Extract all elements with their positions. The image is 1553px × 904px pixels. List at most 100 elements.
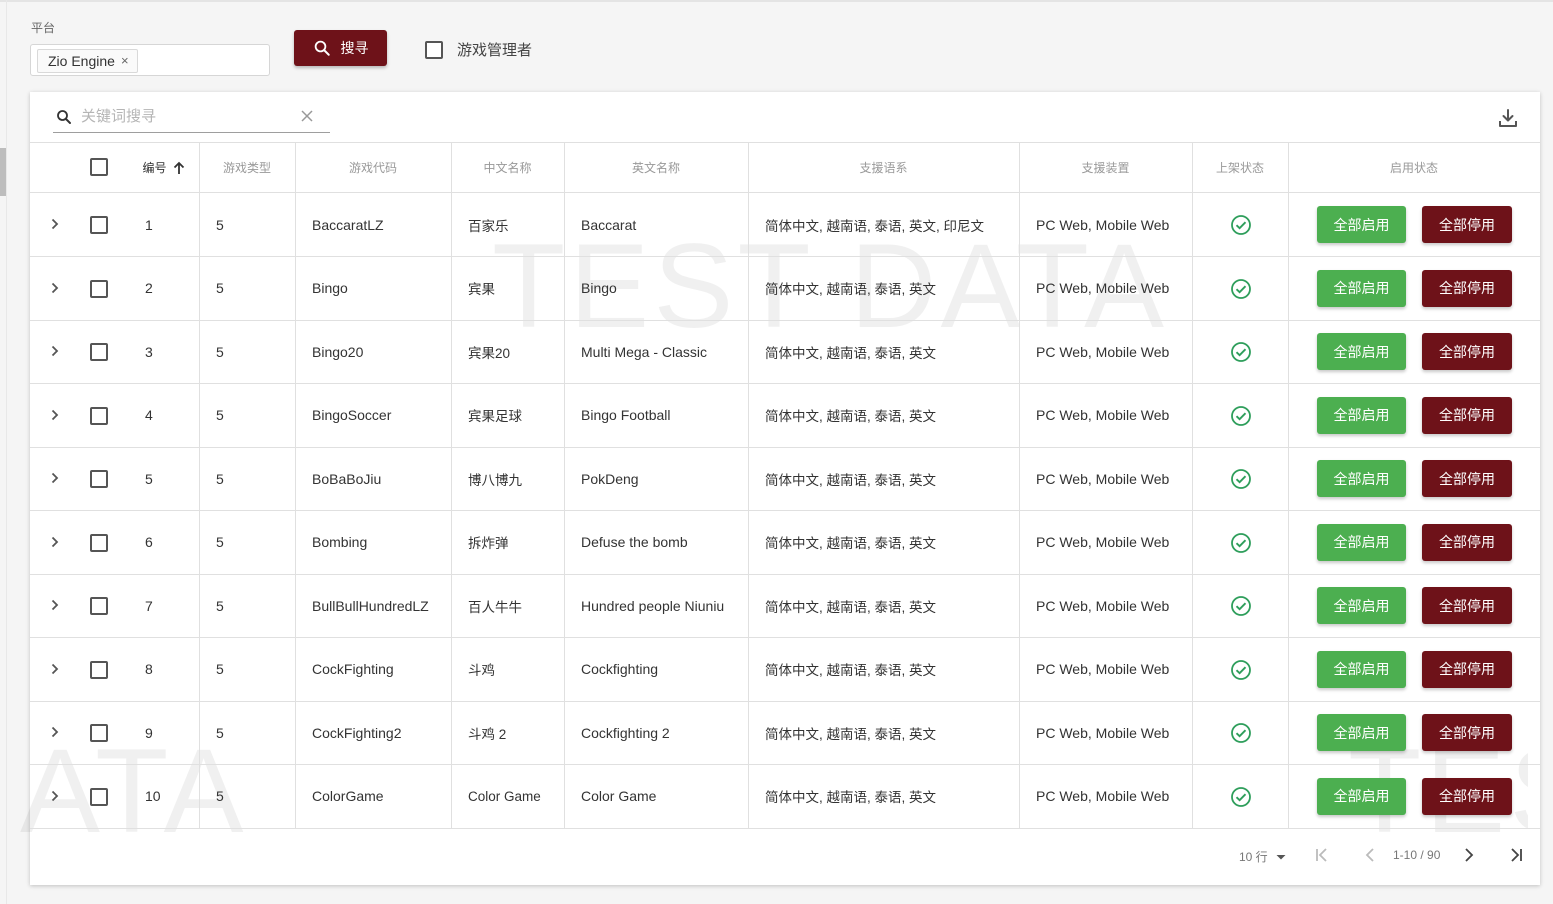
cell-type: 5 xyxy=(216,788,224,804)
disable-all-button[interactable]: 全部停用 xyxy=(1422,650,1512,688)
column-header-type[interactable]: 游戏类型 xyxy=(199,143,295,192)
column-header-id[interactable]: 编号 xyxy=(130,143,199,192)
column-divider xyxy=(199,142,200,828)
chip-remove-icon[interactable]: × xyxy=(121,50,129,72)
select-all-checkbox[interactable] xyxy=(90,158,108,176)
cell-languages: 简体中文, 越南语, 泰语, 英文 xyxy=(765,472,937,488)
cell-type: 5 xyxy=(216,343,224,360)
column-divider xyxy=(1019,142,1020,828)
enable-all-button[interactable]: 全部启用 xyxy=(1317,714,1406,751)
expand-row-icon[interactable] xyxy=(48,408,62,422)
expand-row-icon[interactable] xyxy=(48,471,62,485)
checkbox-box[interactable] xyxy=(425,40,443,59)
cell-en-name: Cockfighting xyxy=(581,661,659,677)
first-page-icon[interactable] xyxy=(1311,844,1333,866)
check-circle-icon xyxy=(1231,532,1251,553)
row-checkbox[interactable] xyxy=(90,597,108,615)
disable-all-button[interactable]: 全部停用 xyxy=(1422,523,1512,561)
platform-chip-label: Zio Engine xyxy=(48,53,115,69)
column-header-listed[interactable]: 上架状态 xyxy=(1192,143,1288,192)
enable-all-button[interactable]: 全部启用 xyxy=(1317,523,1406,561)
column-header-enabled[interactable]: 启用状态 xyxy=(1288,143,1540,192)
row-checkbox[interactable] xyxy=(90,533,108,552)
expand-row-icon[interactable] xyxy=(48,662,62,676)
table-row: 4 5 BingoSoccer 宾果足球 Bingo Football 简体中文, 越南语… xyxy=(30,384,1540,448)
row-checkbox[interactable] xyxy=(90,724,108,742)
row-checkbox[interactable] xyxy=(90,216,108,234)
column-header-zh-name[interactable]: 中文名称 xyxy=(451,143,564,192)
column-header-en-name[interactable]: 英文名称 xyxy=(564,143,748,192)
cell-code: BoBaBoJiu xyxy=(312,470,382,487)
check-circle-icon xyxy=(1231,342,1251,362)
cell-code: Bingo20 xyxy=(312,343,364,360)
cell-languages: 简体中文, 越南语, 泰语, 英文, 印尼文 xyxy=(765,218,985,234)
cell-type: 5 xyxy=(216,216,224,233)
disable-all-button[interactable]: 全部停用 xyxy=(1422,777,1512,815)
enable-all-button[interactable]: 全部启用 xyxy=(1317,333,1406,370)
row-checkbox[interactable] xyxy=(90,470,108,488)
expand-row-icon[interactable] xyxy=(48,217,62,231)
game-manager-checkbox[interactable]: 游戏管理者 xyxy=(425,39,532,60)
cell-zh-name: 百人牛牛 xyxy=(468,599,522,615)
column-header-code[interactable]: 游戏代码 xyxy=(295,143,451,192)
row-checkbox[interactable] xyxy=(90,406,108,425)
cell-devices: PC Web, Mobile Web xyxy=(1036,470,1170,487)
download-icon[interactable] xyxy=(1496,106,1520,130)
cell-zh-name: Color Game xyxy=(468,788,541,804)
row-checkbox[interactable] xyxy=(90,787,108,806)
disable-all-button[interactable]: 全部停用 xyxy=(1422,269,1512,307)
caret-down-icon xyxy=(1276,854,1286,859)
enable-all-button[interactable]: 全部启用 xyxy=(1317,269,1406,307)
enable-all-button[interactable]: 全部启用 xyxy=(1317,396,1406,434)
column-header-devices[interactable]: 支援装置 xyxy=(1019,143,1192,192)
previous-page-icon[interactable] xyxy=(1359,844,1381,866)
disable-all-button[interactable]: 全部停用 xyxy=(1422,587,1512,624)
check-circle-icon xyxy=(1231,596,1251,616)
cell-en-name: Hundred people Niuniu xyxy=(581,597,725,614)
check-circle-icon xyxy=(1231,405,1251,426)
cell-devices: PC Web, Mobile Web xyxy=(1036,597,1170,614)
disable-all-button[interactable]: 全部停用 xyxy=(1422,460,1512,497)
rows-per-page-select[interactable]: 10 行 xyxy=(1239,848,1288,865)
table-row: 6 5 Bombing 拆炸弹 Defuse the bomb 简体中文, 越南语, 泰语… xyxy=(30,511,1540,575)
last-page-icon[interactable] xyxy=(1505,844,1527,866)
expand-row-icon[interactable] xyxy=(48,598,62,612)
cell-code: BaccaratLZ xyxy=(312,216,384,233)
expand-row-icon[interactable] xyxy=(48,535,62,549)
platform-select[interactable]: Zio Engine × xyxy=(30,44,270,76)
column-divider xyxy=(748,142,749,828)
enable-all-button[interactable]: 全部启用 xyxy=(1317,650,1406,688)
disable-all-button[interactable]: 全部停用 xyxy=(1422,396,1512,434)
enable-all-button[interactable]: 全部启用 xyxy=(1317,206,1406,243)
expand-row-icon[interactable] xyxy=(48,344,62,358)
column-divider xyxy=(564,142,565,828)
expand-row-icon[interactable] xyxy=(48,281,62,295)
keyword-search-input[interactable] xyxy=(81,104,291,128)
column-divider xyxy=(128,142,129,143)
expand-row-icon[interactable] xyxy=(48,725,62,739)
next-page-icon[interactable] xyxy=(1458,844,1480,866)
cell-devices: PC Web, Mobile Web xyxy=(1036,407,1170,423)
sort-arrow-up-icon[interactable] xyxy=(171,160,187,176)
disable-all-button[interactable]: 全部停用 xyxy=(1422,206,1512,243)
row-checkbox[interactable] xyxy=(90,279,108,298)
clear-icon[interactable] xyxy=(299,108,315,124)
expand-row-icon[interactable] xyxy=(48,789,62,803)
page-range: 1-10 / 90 xyxy=(1393,848,1441,862)
platform-chip: Zio Engine × xyxy=(37,49,138,73)
column-divider xyxy=(451,142,452,828)
search-icon xyxy=(314,40,330,56)
row-checkbox[interactable] xyxy=(90,660,108,679)
cell-devices: PC Web, Mobile Web xyxy=(1036,661,1170,677)
disable-all-button[interactable]: 全部停用 xyxy=(1422,333,1512,370)
row-checkbox[interactable] xyxy=(90,343,108,361)
enable-all-button[interactable]: 全部启用 xyxy=(1317,777,1406,815)
table-header: 编号 游戏类型 游戏代码 中文名称 英文名称 支援语系 支援装置 上架状态 启用… xyxy=(30,142,1540,193)
cell-id: 7 xyxy=(145,597,153,614)
cell-zh-name: 宾果足球 xyxy=(468,409,522,424)
enable-all-button[interactable]: 全部启用 xyxy=(1317,587,1406,624)
column-header-languages[interactable]: 支援语系 xyxy=(748,143,1019,192)
enable-all-button[interactable]: 全部启用 xyxy=(1317,460,1406,497)
search-button[interactable]: 搜寻 xyxy=(294,30,387,66)
disable-all-button[interactable]: 全部停用 xyxy=(1422,714,1512,751)
